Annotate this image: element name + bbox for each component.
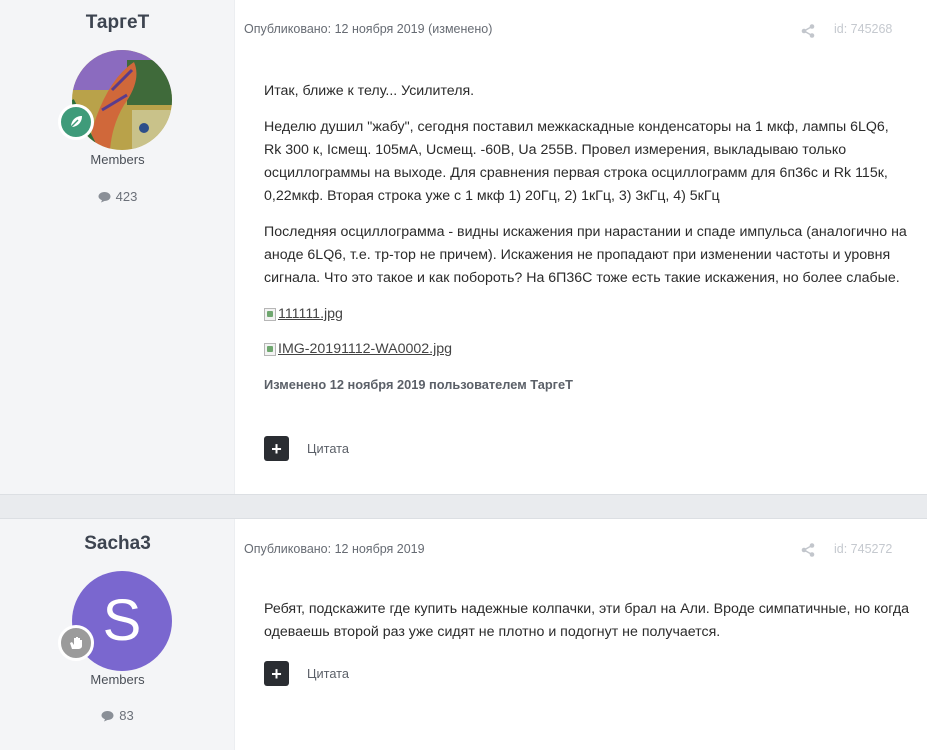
author-name[interactable]: Sacha3 [0, 533, 235, 555]
broken-image-icon [264, 308, 276, 321]
member-group: Members [90, 672, 145, 687]
attachment-link[interactable]: IMG-20191112-WA0002.jpg [264, 338, 909, 361]
post-745272: Sacha3 S Members 83 Опубликовано: 12 ноя… [0, 518, 927, 750]
avatar-letter: S [102, 588, 142, 653]
author-name[interactable]: ТаргеТ [0, 12, 235, 34]
quote-button[interactable]: Цитата [307, 441, 349, 456]
post-count: 423 [0, 189, 235, 204]
broken-image-icon [264, 343, 276, 356]
leaf-icon [70, 116, 82, 128]
rank-badge [58, 625, 94, 661]
post-id[interactable]: id: 745272 [834, 542, 892, 556]
avatar-wrap: S [58, 571, 172, 671]
post-count: 83 [0, 708, 235, 723]
post-content: Итак, ближе к телу... Усилителя. Неделю … [264, 80, 909, 396]
quote-button[interactable]: Цитата [307, 666, 349, 681]
post-count-value: 83 [119, 708, 134, 723]
attachment-filename: 111111.jpg [278, 306, 343, 322]
post-meta: Опубликовано: 12 ноября 2019 (изменено) [244, 22, 493, 36]
share-icon[interactable] [800, 23, 816, 39]
rank-badge [58, 104, 94, 140]
post-paragraph: Ребят, подскажите где купить надежные ко… [264, 601, 909, 640]
post-actions: + Цитата [264, 661, 349, 686]
attachment-filename: IMG-20191112-WA0002.jpg [278, 341, 453, 357]
post-count-value: 423 [115, 189, 138, 204]
hand-icon [70, 637, 82, 649]
author-panel: ТаргеТ Members 423 [0, 0, 235, 494]
member-group: Members [90, 152, 145, 167]
plus-icon: + [271, 438, 282, 459]
post-paragraph: Итак, ближе к телу... Усилителя. [264, 83, 475, 99]
share-icon[interactable] [800, 542, 816, 558]
author-panel: Sacha3 S Members 83 [0, 519, 235, 750]
edited-note: Изменено 12 ноября 2019 пользователем Та… [264, 377, 573, 392]
plus-icon: + [271, 663, 282, 684]
multiquote-button[interactable]: + [264, 436, 289, 461]
comment-icon [101, 710, 114, 721]
post-meta: Опубликовано: 12 ноября 2019 [244, 542, 425, 556]
avatar-wrap [58, 50, 172, 150]
multiquote-button[interactable]: + [264, 661, 289, 686]
attachment-link[interactable]: 111111.jpg [264, 303, 909, 326]
post-paragraph: Последняя осциллограмма - видны искажени… [264, 224, 907, 286]
post-actions: + Цитата [264, 436, 349, 461]
post-paragraph: Неделю душил "жабу", сегодня поставил ме… [264, 119, 889, 204]
post-id[interactable]: id: 745268 [834, 22, 892, 36]
post-content: Ребят, подскажите где купить надежные ко… [264, 598, 909, 657]
comment-icon [98, 191, 111, 202]
post-745268: ТаргеТ Members 423 Опубликовано: 12 нояб… [0, 0, 927, 495]
